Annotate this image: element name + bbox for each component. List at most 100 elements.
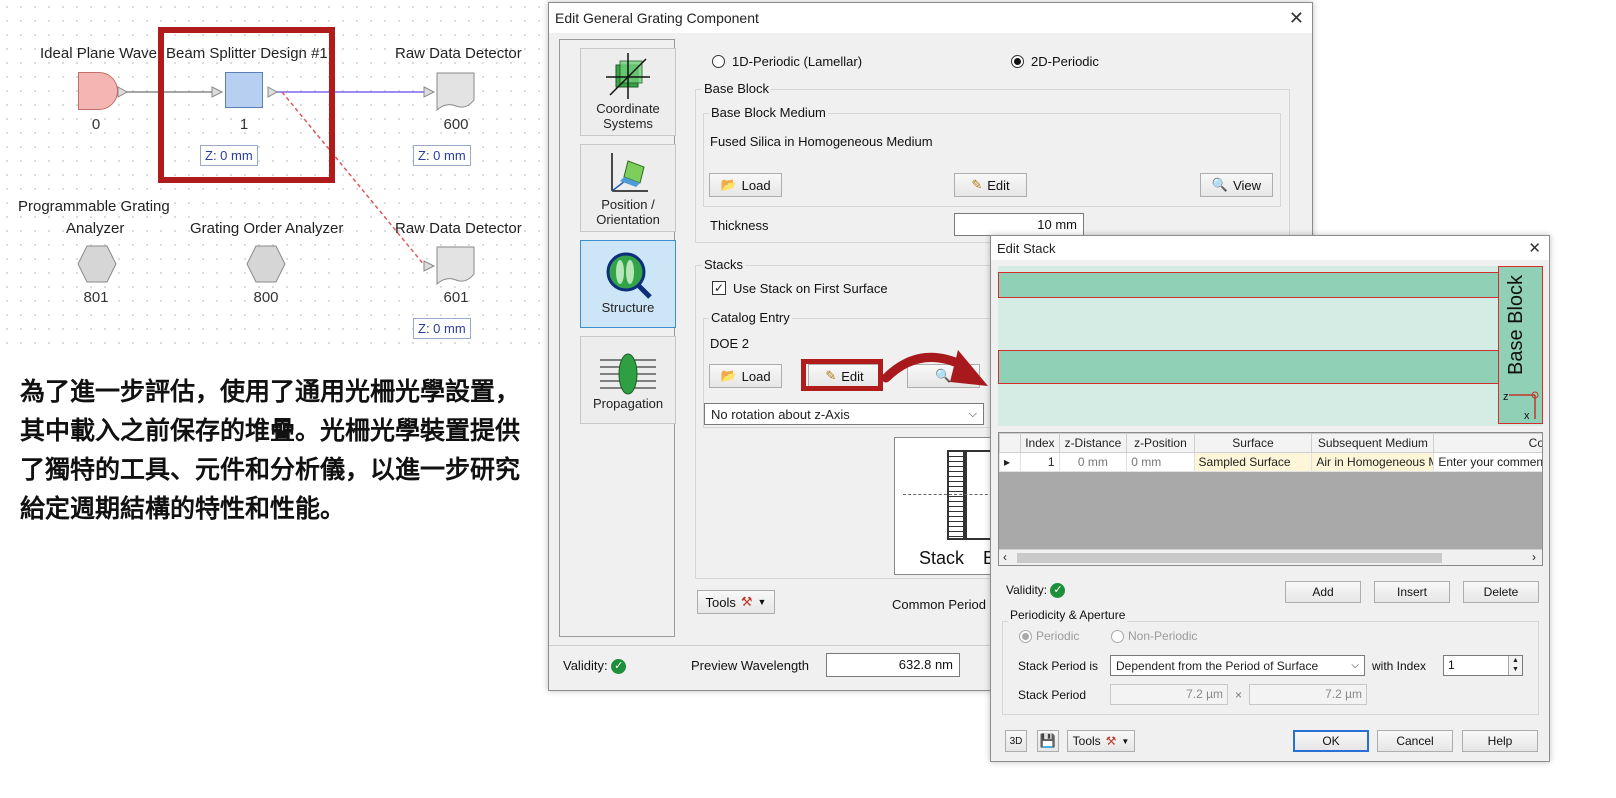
table-header[interactable]: Com xyxy=(1433,433,1542,453)
tools-button[interactable]: Tools ⚒ ▼ xyxy=(697,590,775,614)
table-cell-medium[interactable]: Air in Homogeneous M xyxy=(1311,452,1435,472)
delete-button[interactable]: Delete xyxy=(1463,581,1539,603)
table-row[interactable]: ▸ 1 0 mm 0 mm Sampled Surface Air in Hom… xyxy=(999,452,1542,472)
close-icon[interactable]: ✕ xyxy=(1289,8,1304,29)
ok-button[interactable]: OK xyxy=(1293,730,1369,752)
table-header[interactable]: z-Position xyxy=(1126,433,1195,453)
rotation-select[interactable]: No rotation about z-Axis ⌵ xyxy=(704,403,984,425)
nav-label: Coordinate xyxy=(596,101,660,116)
optical-setup-diagram: Ideal Plane Wave 0 Beam Splitter Design … xyxy=(0,0,545,350)
chevron-down-icon: ⌵ xyxy=(1351,660,1359,671)
close-icon[interactable]: ✕ xyxy=(1528,239,1541,257)
surface-table: Index z-Distance z-Position Surface Subs… xyxy=(999,433,1542,472)
view-medium-button[interactable]: 🔍 View xyxy=(1200,173,1273,197)
nav-structure[interactable]: Structure xyxy=(580,240,676,328)
nav-panel: Coordinate Systems Position / Orientatio… xyxy=(559,39,676,637)
insert-button[interactable]: Insert xyxy=(1374,581,1450,603)
light-source-node[interactable] xyxy=(78,72,118,110)
validity-status: Validity: ✓ xyxy=(1006,583,1066,599)
axis-line xyxy=(903,494,993,495)
button-label: Tools xyxy=(705,594,736,610)
button-label: Load xyxy=(741,368,771,384)
surface-table-container: Index z-Distance z-Position Surface Subs… xyxy=(998,432,1543,566)
load-medium-button[interactable]: 📂 Load xyxy=(709,173,782,197)
stack-period-label: Stack Period xyxy=(1018,688,1087,702)
nav-label: Propagation xyxy=(592,396,664,411)
table-cell-index: 1 xyxy=(1020,452,1060,472)
dialog-title: Edit Stack xyxy=(997,240,1056,256)
nav-label: Orientation xyxy=(596,212,660,227)
thickness-label: Thickness xyxy=(710,218,769,233)
chevron-down-icon: ⌵ xyxy=(968,407,977,420)
use-stack-checkbox[interactable]: ✓ xyxy=(712,281,726,295)
check-circle-icon: ✓ xyxy=(611,659,627,675)
description-text: 為了進一步評估，使用了通用光柵光學設置，其中載入之前保存的堆疊。光柵光學裝置提供… xyxy=(20,377,521,523)
radio-non-periodic-label: Non-Periodic xyxy=(1128,629,1198,643)
node-index-601: 601 xyxy=(443,289,469,306)
table-cell-z-distance[interactable]: 0 mm xyxy=(1058,452,1128,472)
load-stack-button[interactable]: 📂 Load xyxy=(709,364,782,388)
stack-preview: Stack B xyxy=(894,437,994,575)
analyzer-node-800[interactable] xyxy=(246,245,286,283)
node-label-prog-grating-analyzer-1: Programmable Grating xyxy=(18,198,170,215)
common-period-label: Common Period xyxy=(892,597,986,612)
stepper-arrows-icon[interactable]: ▲ ▼ xyxy=(1508,656,1522,675)
edit-highlight-frame xyxy=(801,359,883,391)
analyzer-node-801[interactable] xyxy=(77,245,117,283)
save-icon[interactable]: 💾 xyxy=(1037,730,1059,752)
nav-coordinate-systems[interactable]: Coordinate Systems xyxy=(580,48,676,136)
help-button[interactable]: Help xyxy=(1462,730,1538,752)
chevron-left-icon[interactable]: ‹ xyxy=(1003,550,1007,564)
tools-button[interactable]: Tools ⚒ ▼ xyxy=(1067,730,1135,752)
position-orientation-icon xyxy=(611,153,648,192)
chevron-right-icon[interactable]: › xyxy=(1532,550,1536,564)
nav-position-orientation[interactable]: Position / Orientation xyxy=(580,144,676,232)
red-arrow-icon xyxy=(881,350,988,386)
edit-medium-button[interactable]: ✎ Edit xyxy=(954,173,1027,197)
node-label-raw-detector: Raw Data Detector xyxy=(395,220,522,237)
chevron-down-icon: ▼ xyxy=(1121,736,1130,746)
table-header[interactable]: z-Distance xyxy=(1058,433,1128,453)
period-dependency-select[interactable]: Dependent from the Period of Surface ⌵ xyxy=(1110,655,1365,676)
horizontal-scrollbar[interactable]: ‹ › xyxy=(999,549,1542,565)
nav-propagation[interactable]: Propagation xyxy=(580,336,676,424)
stack-visualization: Base Block z x xyxy=(998,266,1543,426)
add-button[interactable]: Add xyxy=(1285,581,1361,603)
nav-label: Position / xyxy=(601,197,655,212)
node-label-grating-order-analyzer: Grating Order Analyzer xyxy=(190,220,344,237)
button-label: Load xyxy=(741,177,771,193)
detector-node-601[interactable] xyxy=(436,246,476,286)
catalog-entry-title: Catalog Entry xyxy=(709,310,792,325)
table-header[interactable]: Surface xyxy=(1193,433,1313,453)
button-label: Tools xyxy=(1072,734,1101,748)
base-block-medium-title: Base Block Medium xyxy=(709,105,828,120)
folder-icon: 📂 xyxy=(720,368,737,383)
table-cell-surface[interactable]: Sampled Surface xyxy=(1193,452,1313,472)
table-header[interactable]: Index xyxy=(1020,433,1060,453)
stack-period-x-input: 7.2 µm xyxy=(1110,684,1228,705)
axis-x-label: x xyxy=(1524,410,1530,422)
3d-view-icon[interactable]: 3D xyxy=(1005,730,1027,752)
table-header xyxy=(999,433,1022,453)
nav-label: Structure xyxy=(601,300,655,315)
thickness-input[interactable]: 10 mm xyxy=(954,213,1084,236)
node-index-0: 0 xyxy=(91,116,101,133)
table-cell-comment[interactable]: Enter your commen xyxy=(1433,452,1542,472)
cancel-button[interactable]: Cancel xyxy=(1377,730,1453,752)
chevron-down-icon: ▼ xyxy=(757,597,767,607)
scrollbar-thumb[interactable] xyxy=(1017,553,1442,563)
detector-node-600[interactable] xyxy=(436,72,476,112)
row-selector[interactable]: ▸ xyxy=(999,452,1022,472)
preview-wavelength-input[interactable]: 632.8 nm xyxy=(826,653,960,677)
highlight-frame xyxy=(158,27,335,183)
node-index-801: 801 xyxy=(83,289,109,306)
radio-non-periodic xyxy=(1111,630,1124,643)
table-header[interactable]: Subsequent Medium xyxy=(1311,433,1435,453)
radio-1d-periodic[interactable] xyxy=(712,55,725,68)
validity-status: Validity: ✓ xyxy=(563,658,627,675)
base-block-label: Base Block xyxy=(1505,274,1527,375)
stack-preview-graphic xyxy=(947,450,965,540)
radio-2d-periodic[interactable] xyxy=(1011,55,1024,68)
validity-label: Validity: xyxy=(563,658,608,673)
dialog-titlebar: Edit General Grating Component ✕ xyxy=(549,3,1312,33)
